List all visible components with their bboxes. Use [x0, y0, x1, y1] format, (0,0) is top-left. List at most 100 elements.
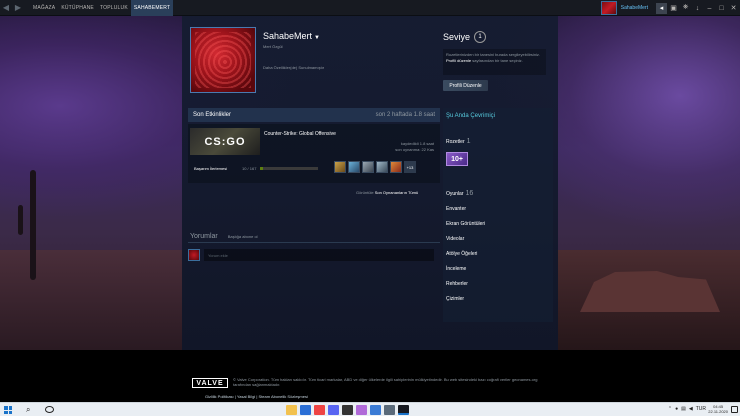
close-icon[interactable]: ✕: [728, 3, 739, 14]
announcement-icon[interactable]: ◂: [656, 2, 667, 14]
footer-links[interactable]: Gizlilik Politikası | Yasal Bilgi | Stea…: [205, 394, 308, 399]
bigpicture-icon[interactable]: ▣: [668, 3, 679, 14]
comments-title: Yorumlar: [190, 232, 218, 240]
main-nav: MAĞAZA KÜTÜPHANE TOPLULUK SAHABEMERT: [30, 0, 174, 16]
level-info-text-2: sayfasından bir tane seçiniz.: [472, 58, 523, 63]
recent-prefix: Görüntüle: [356, 190, 374, 195]
forward-arrow-icon[interactable]: ▶: [12, 0, 24, 16]
achievement-more[interactable]: +13: [404, 161, 416, 173]
level-info-text-1: Rozetlerinizden bir tanesini burada serg…: [446, 52, 541, 57]
sidebar-link-workshop[interactable]: Atölye Öğeleri: [446, 251, 477, 257]
windows-taskbar: ⌕ ⌃ ● ▤ ◀ TUR 04:45 22.11.2020: [0, 402, 740, 416]
background-cactus-arm: [18, 205, 23, 235]
badges-link[interactable]: Rozetler 1: [446, 138, 471, 145]
valve-logo: VALVE: [192, 378, 228, 388]
back-arrow-icon[interactable]: ◀: [0, 0, 12, 16]
nav-community[interactable]: TOPLULUK: [97, 0, 131, 16]
windows-start-icon[interactable]: [4, 406, 12, 414]
game-card: CS:GO Counter-Strike: Global Offensive k…: [188, 124, 440, 183]
sidebar-link-guides[interactable]: Rehberler: [446, 281, 468, 287]
taskbar-clock[interactable]: 04:45 22.11.2020: [708, 404, 728, 414]
lang-indicator[interactable]: TUR: [696, 406, 706, 412]
recent-activity-header: Son Etkinlikler son 2 haftada 1.8 saat: [188, 108, 440, 122]
profile-realname: Mert Özgül: [263, 44, 283, 49]
friends-icon[interactable]: ⛯: [680, 3, 691, 14]
notification-icon[interactable]: [731, 406, 738, 413]
app-icon[interactable]: [384, 405, 395, 415]
achievement-icon[interactable]: [376, 161, 388, 173]
topbar-right: SahabeMert ◂ ▣ ⛯ ↓ – □ ✕: [600, 0, 740, 16]
achievement-bar-fill: [260, 167, 264, 170]
chevron-up-icon[interactable]: ⌃: [668, 406, 672, 412]
steam-window: ◀ ▶ MAĞAZA KÜTÜPHANE TOPLULUK SAHABEMERT…: [0, 0, 740, 416]
achievement-label[interactable]: Başarım İlerlemesi: [194, 166, 227, 171]
username-text: SahabeMert: [263, 31, 313, 41]
search-icon[interactable]: ⌕: [26, 405, 30, 415]
clock-date: 22.11.2020: [708, 409, 728, 414]
sidebar-link-inventory[interactable]: Envanter: [446, 206, 466, 212]
mic-icon[interactable]: ●: [675, 406, 678, 412]
edit-profile-link[interactable]: Profili düzenle: [446, 58, 471, 63]
network-icon[interactable]: ▤: [681, 406, 686, 412]
maximize-icon[interactable]: □: [716, 3, 727, 14]
footer: [0, 350, 740, 402]
store-icon[interactable]: [300, 405, 311, 415]
game-capsule-image[interactable]: CS:GO: [190, 128, 260, 155]
game-hours: kaydedildi 1.8 saat son oynanma: 22 Kas: [395, 141, 434, 153]
comments-header: Yorumlar Başlığa abone ol: [188, 230, 440, 243]
profile-username[interactable]: SahabeMert ▼: [263, 31, 320, 41]
chevron-down-icon[interactable]: ▼: [314, 35, 320, 41]
app-icon[interactable]: [370, 405, 381, 415]
sidebar-link-artwork[interactable]: Çizimler: [446, 296, 464, 302]
achievement-bar: [260, 167, 318, 170]
game-name[interactable]: Counter-Strike: Global Offensive: [264, 131, 336, 137]
recent-activity-title: Son Etkinlikler: [193, 112, 232, 118]
sidebar-link-reviews[interactable]: İnceleme: [446, 266, 466, 272]
subscribe-link[interactable]: Başlığa abone ol: [228, 234, 258, 239]
games-label: Oyunlar: [446, 191, 464, 197]
achievement-icon[interactable]: [390, 161, 402, 173]
nav-profile[interactable]: SAHABEMERT: [130, 0, 174, 16]
steam-icon[interactable]: [398, 405, 409, 415]
recent-activity-hours: son 2 haftada 1.8 saat: [375, 112, 435, 118]
app-icon[interactable]: [356, 405, 367, 415]
minimize-icon[interactable]: –: [704, 3, 715, 14]
download-icon[interactable]: ↓: [692, 3, 703, 14]
achievement-icons: +13: [334, 161, 416, 173]
badges-label: Rozetler: [446, 139, 465, 145]
topbar-avatar[interactable]: [600, 1, 617, 15]
level-label: Seviye: [443, 32, 471, 42]
taskview-icon[interactable]: [45, 406, 54, 413]
badge-icon[interactable]: 10+: [446, 152, 468, 166]
nav-store[interactable]: MAĞAZA: [30, 0, 58, 16]
level-header: Seviye 1: [443, 31, 487, 43]
volume-icon[interactable]: ◀: [689, 406, 693, 412]
background-cactus: [30, 170, 36, 280]
achievement-icon[interactable]: [348, 161, 360, 173]
sidebar-link-screenshots[interactable]: Ekran Görüntüleri: [446, 221, 485, 227]
footer-copyright: © Valve Corporation. Tüm hakları saklıdı…: [233, 377, 538, 387]
comment-avatar: [188, 249, 200, 261]
level-info-box: Rozetlerinizden bir tanesini burada serg…: [443, 49, 546, 75]
browser-icon[interactable]: [314, 405, 325, 415]
avatar-pattern: [195, 32, 251, 88]
file-explorer-icon[interactable]: [286, 405, 297, 415]
comment-input[interactable]: Yorum ekle: [204, 249, 434, 261]
sidebar-link-videos[interactable]: Videolar: [446, 236, 464, 242]
discord-icon[interactable]: [328, 405, 339, 415]
edit-profile-button[interactable]: Profili Düzenle: [443, 80, 488, 91]
level-badge: 1: [474, 31, 487, 43]
achievement-icon[interactable]: [362, 161, 374, 173]
games-link[interactable]: Oyunlar 16: [446, 190, 473, 197]
view-all-recent-link[interactable]: Görüntüle Son Oynananların Tümü: [356, 190, 418, 195]
badges-count: 1: [466, 138, 471, 145]
topbar-username[interactable]: SahabeMert: [617, 5, 656, 11]
background-ground-left: [0, 250, 185, 350]
achievement-icon[interactable]: [334, 161, 346, 173]
last-played: son oynanma: 22 Kas: [395, 147, 434, 152]
steam-topbar: ◀ ▶ MAĞAZA KÜTÜPHANE TOPLULUK SAHABEMERT…: [0, 0, 740, 16]
achievement-progress: 10 / 167: [242, 166, 257, 171]
games-count: 16: [465, 190, 474, 197]
nav-library[interactable]: KÜTÜPHANE: [58, 0, 97, 16]
app-icon[interactable]: [342, 405, 353, 415]
